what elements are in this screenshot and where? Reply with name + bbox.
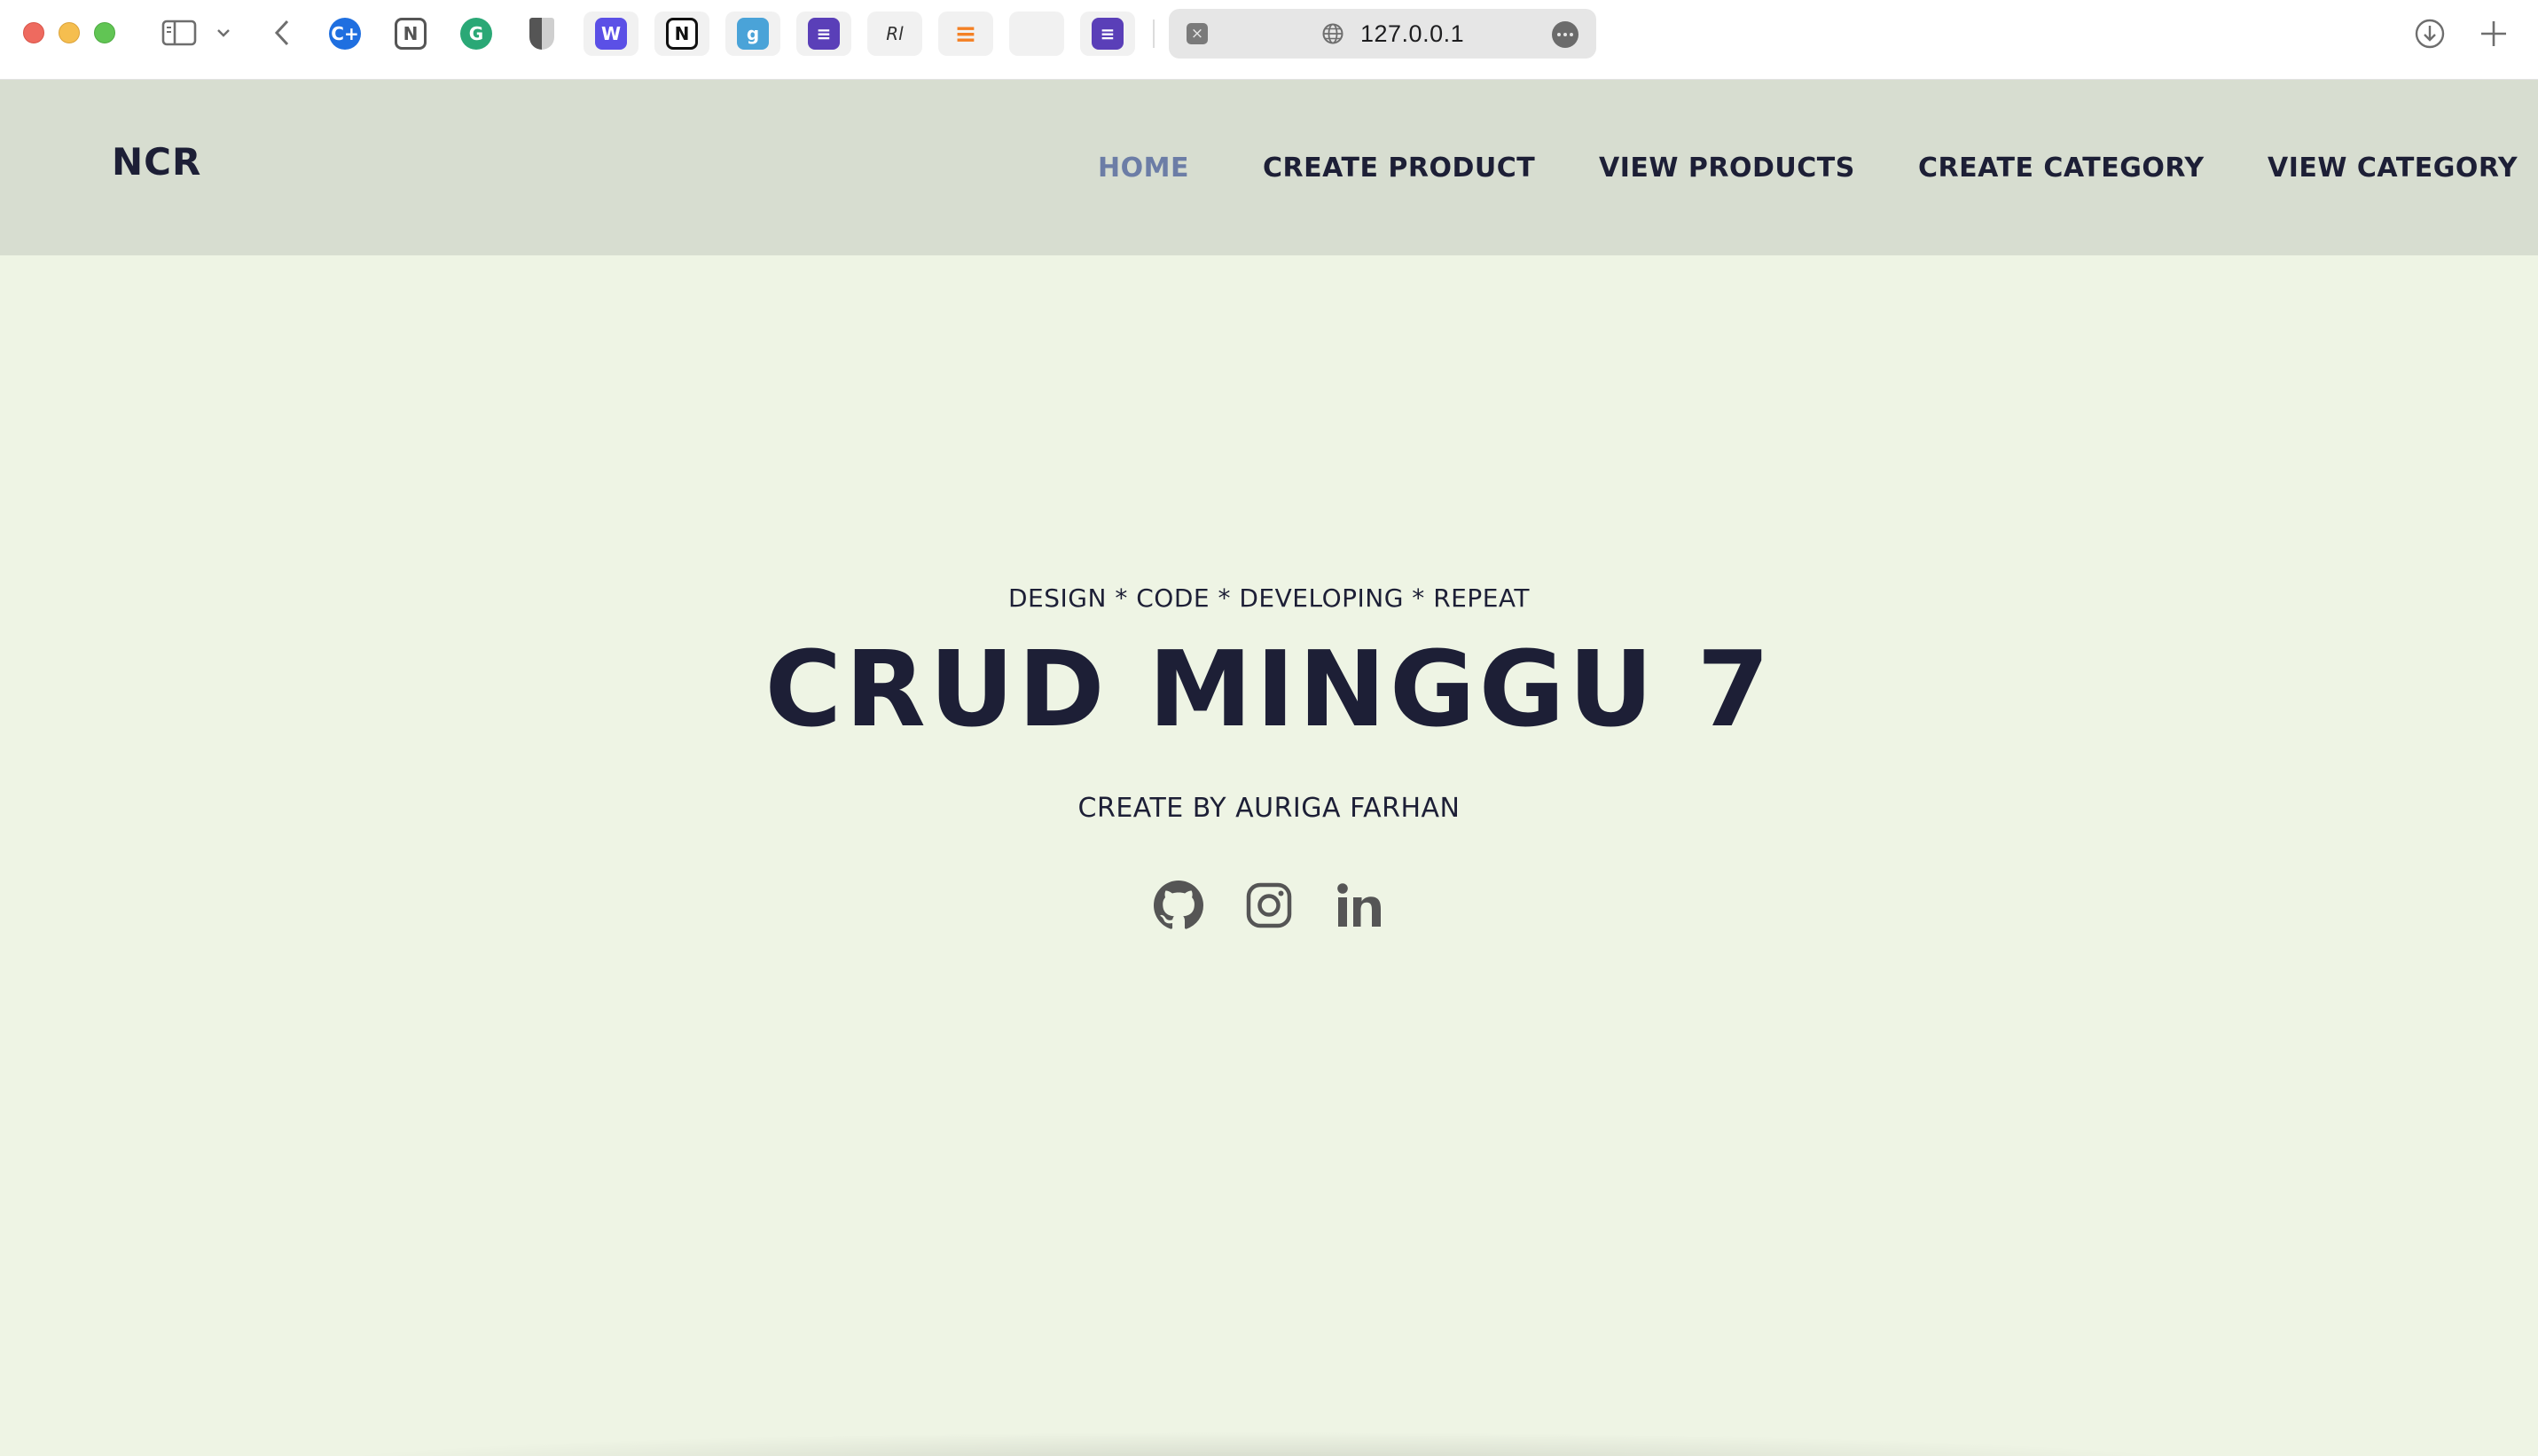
privacy-shield-extension-icon [529, 18, 554, 50]
list-app-2-extension-button[interactable]: ≡ [1080, 12, 1135, 56]
nav-link-view-category[interactable]: VIEW CATEGORY [2268, 153, 2518, 184]
github-link[interactable] [1153, 880, 1204, 931]
page-menu-icon[interactable] [1552, 21, 1578, 48]
maximize-window-button[interactable] [94, 22, 115, 43]
word-tool-extension-button[interactable]: W [584, 12, 638, 56]
instagram-icon [1246, 882, 1292, 928]
close-tab-icon[interactable]: × [1187, 23, 1208, 44]
nav-link-create-product[interactable]: CREATE PRODUCT [1263, 153, 1535, 184]
globe-icon [1322, 23, 1343, 44]
browser-toolbar: C+ N G W Ng ≡ Rl ≡ ≡ × 127.0.0.1 [0, 0, 2538, 80]
social-links [0, 880, 2538, 931]
hero-tagline: DESIGN * CODE * DEVELOPING * REPEAT [1008, 583, 1530, 613]
copilot-extension-button[interactable]: C+ [317, 12, 372, 56]
linkedin-link[interactable] [1334, 880, 1385, 931]
close-window-button[interactable] [23, 22, 44, 43]
hero-section: DESIGN * CODE * DEVELOPING * REPEAT CRUD… [0, 255, 2538, 1456]
instagram-link[interactable] [1243, 880, 1295, 931]
list-app-extension-button[interactable]: ≡ [796, 12, 851, 56]
address-bar[interactable]: × 127.0.0.1 [1169, 9, 1596, 59]
notion-web-clipper-extension-icon: N [666, 18, 698, 50]
chevron-down-icon [217, 29, 230, 37]
goodnotes-extension-button[interactable]: g [725, 12, 780, 56]
chevron-left-icon [274, 20, 289, 46]
list-app-extension-icon: ≡ [808, 18, 840, 50]
brand-logo[interactable]: NCR [112, 140, 201, 184]
tab-groups-dropdown[interactable] [213, 16, 234, 50]
minimize-window-button[interactable] [59, 22, 80, 43]
notion-extension-button[interactable]: N [383, 12, 438, 56]
wheat-extension-icon [1021, 18, 1053, 50]
copilot-extension-icon: C+ [329, 18, 361, 50]
content-card-edge [284, 1431, 2235, 1456]
list-app-2-extension-icon: ≡ [1092, 18, 1124, 50]
grammarly-extension-button[interactable]: G [449, 12, 504, 56]
sidebar-icon [161, 20, 197, 46]
url-text[interactable]: 127.0.0.1 [1360, 20, 1464, 48]
grammarly-extension-icon: G [460, 18, 492, 50]
goodnotes-extension-icon: g [737, 18, 769, 50]
stackoverflow-extension-icon: ≡ [954, 18, 977, 50]
nav-link-create-category[interactable]: CREATE CATEGORY [1918, 153, 2205, 184]
nav-link-view-products[interactable]: VIEW PRODUCTS [1599, 153, 1855, 184]
hero-credit: CREATE BY AURIGA FARHAN [1077, 793, 1461, 824]
site-navbar: NCR HOME CREATE PRODUCT VIEW PRODUCTS CR… [0, 80, 2538, 255]
word-tool-extension-icon: W [595, 18, 627, 50]
hero-title: CRUD MINGGU 7 [764, 628, 1774, 750]
privacy-shield-extension-button[interactable] [514, 12, 569, 56]
sidebar-toggle-button[interactable] [160, 16, 199, 50]
signature-extension-button[interactable]: Rl [867, 12, 922, 56]
github-icon [1154, 881, 1203, 929]
linkedin-icon [1337, 883, 1381, 927]
downloads-icon[interactable] [2412, 16, 2448, 51]
back-button[interactable] [266, 16, 298, 50]
new-tab-icon[interactable] [2476, 16, 2511, 51]
notion-extension-icon: N [395, 18, 427, 50]
toolbar-divider [1153, 20, 1155, 48]
wheat-extension-button[interactable] [1009, 12, 1064, 56]
nav-link-home[interactable]: HOME [1098, 153, 1189, 184]
notion-web-clipper-extension-button[interactable]: N [654, 12, 709, 56]
stackoverflow-extension-button[interactable]: ≡ [938, 12, 993, 56]
signature-extension-icon: Rl [886, 23, 904, 44]
